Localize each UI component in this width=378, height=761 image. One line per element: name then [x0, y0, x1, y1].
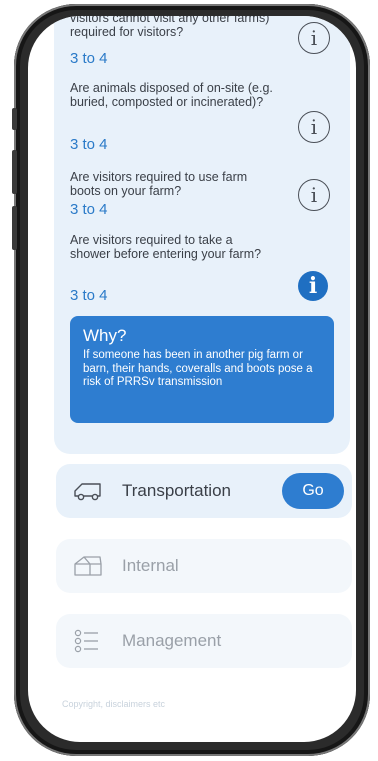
question-text: Are animals disposed of on-site (e.g. bu…: [70, 81, 273, 109]
answer-value: 3 to 4: [70, 201, 108, 218]
barn-icon: [74, 556, 102, 576]
copyright-link[interactable]: Copyright, disclaimers etc: [62, 699, 165, 709]
question-text: Are visitors required to take a shower b…: [70, 233, 262, 261]
go-button[interactable]: Go: [282, 473, 344, 509]
phone-side-button: [12, 108, 17, 130]
why-title: Why?: [83, 326, 127, 345]
info-icon[interactable]: i: [298, 179, 330, 211]
info-icon[interactable]: i: [298, 111, 330, 143]
section-transportation[interactable]: Transportation Go: [56, 464, 352, 518]
why-explanation-box: Why? If someone has been in another pig …: [70, 316, 334, 423]
why-text: If someone has been in another pig farm …: [83, 349, 313, 388]
app-screen: visitors cannot visit any other farms) r…: [28, 16, 356, 742]
answer-value: 3 to 4: [70, 136, 108, 153]
section-label: Transportation: [122, 481, 231, 500]
section-label: Internal: [122, 556, 179, 575]
answer-value: 3 to 4: [70, 287, 108, 304]
list-icon: [74, 629, 98, 653]
section-label: Management: [122, 631, 222, 650]
question-text: Are visitors required to use farm boots …: [70, 170, 248, 198]
question-text: visitors cannot visit any other farms) r…: [70, 16, 270, 39]
answer-value: 3 to 4: [70, 50, 108, 67]
section-internal[interactable]: Internal: [56, 539, 352, 593]
phone-volume-up: [12, 150, 17, 194]
info-icon-active[interactable]: i: [298, 271, 328, 301]
phone-volume-down: [12, 206, 17, 250]
van-icon: [74, 483, 101, 501]
section-management[interactable]: Management: [56, 614, 352, 668]
info-icon[interactable]: i: [298, 22, 330, 54]
